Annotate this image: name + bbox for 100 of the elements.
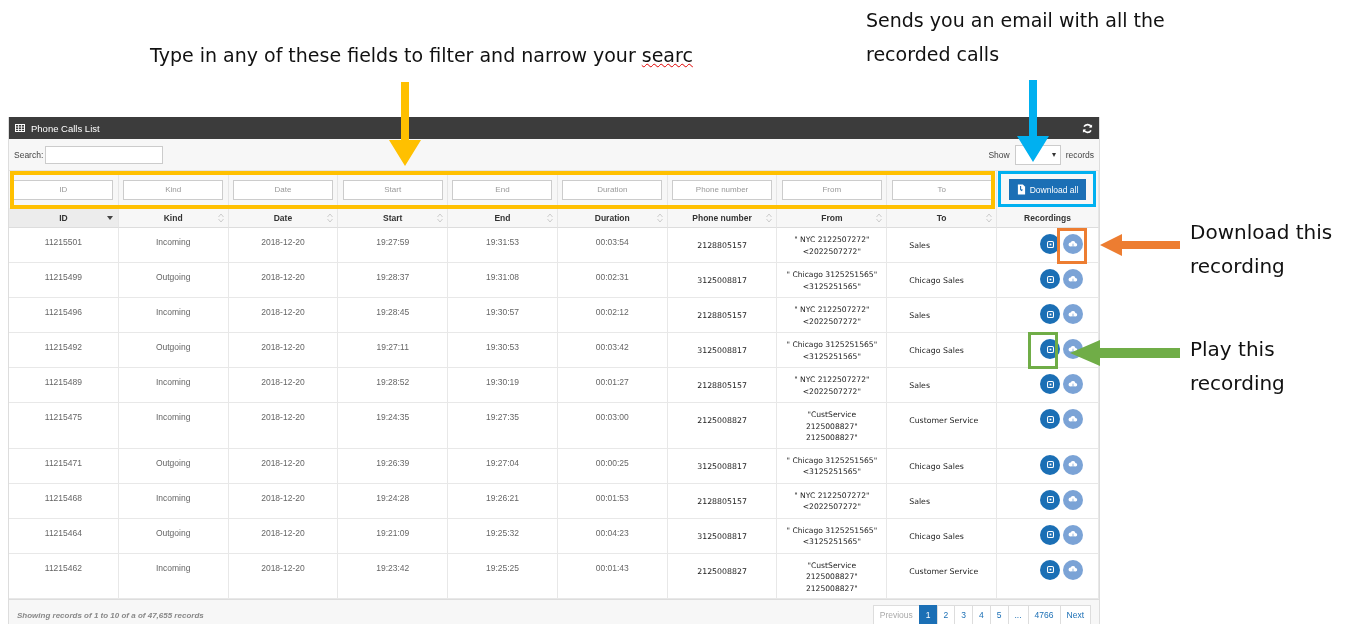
- filter-field[interactable]: ID: [13, 179, 114, 200]
- cloud-download-icon: [1068, 239, 1078, 249]
- download-button[interactable]: [1063, 304, 1083, 324]
- table-cell: Outgoing: [118, 263, 229, 297]
- play-button[interactable]: [1040, 304, 1060, 324]
- square-icon: [1046, 461, 1054, 468]
- page-button[interactable]: 4766: [1027, 604, 1061, 624]
- table-cell: 00:04:23: [557, 518, 668, 553]
- play-button[interactable]: [1040, 524, 1060, 545]
- filter-field[interactable]: Duration: [562, 179, 663, 200]
- callout-text: Type in any of these fields to filter and narrow your searc: [150, 43, 693, 68]
- table-cell: 2018-12-20: [228, 518, 339, 553]
- filter-field[interactable]: Date: [232, 179, 333, 200]
- column-header[interactable]: ID: [9, 208, 119, 228]
- download-button[interactable]: [1063, 234, 1083, 254]
- table-cell: 11215475: [9, 403, 119, 448]
- table-cell: 11215501: [9, 228, 119, 262]
- table-cell: 19:25:25: [448, 553, 558, 598]
- page-button[interactable]: 1: [918, 604, 938, 624]
- table-cell: 19:26:39: [338, 448, 449, 483]
- records-summary: Showing records of 1 to 10 of a of 47,655 records: [17, 610, 204, 620]
- sort-icon: [876, 213, 883, 223]
- play-button[interactable]: [1040, 454, 1060, 475]
- table-cell: 11215489: [9, 368, 119, 402]
- page-button[interactable]: ...: [1007, 604, 1029, 624]
- table-cell: 00:03:00: [557, 403, 668, 448]
- table-cell: 11215464: [9, 518, 119, 553]
- records-label: records: [1065, 149, 1094, 160]
- table-cell: 19:27:04: [448, 448, 558, 483]
- play-button[interactable]: [1040, 559, 1060, 580]
- table-cell: Outgoing: [118, 518, 229, 553]
- table-cell: 00:01:43: [557, 553, 668, 598]
- play-button[interactable]: [1040, 489, 1060, 510]
- table-cell: Incoming: [118, 298, 229, 332]
- table-cell: 19:31:53: [448, 228, 558, 262]
- table-cell: 19:30:53: [448, 333, 558, 367]
- sort-icon: [766, 213, 773, 223]
- sort-icon: [986, 213, 992, 223]
- download-button[interactable]: [1063, 454, 1083, 475]
- table-cell: 19:27:59: [338, 228, 449, 262]
- page-button[interactable]: 5: [989, 604, 1009, 624]
- table-cell: 2018-12-20: [228, 553, 339, 598]
- square-icon: [1046, 566, 1054, 573]
- play-button[interactable]: [1040, 234, 1060, 254]
- cloud-download-icon: [1068, 530, 1078, 539]
- download-button[interactable]: [1063, 524, 1083, 545]
- table-cell: 2018-12-20: [228, 228, 339, 262]
- download-all-button[interactable]: Download all: [1008, 179, 1087, 200]
- table-cell: 2018-12-20: [228, 263, 339, 297]
- search-field[interactable]: [45, 145, 164, 164]
- table-cell: 19:21:09: [338, 518, 449, 553]
- play-button[interactable]: [1040, 269, 1060, 289]
- download-button[interactable]: [1063, 489, 1083, 510]
- search-label: Search:: [14, 149, 44, 160]
- filter-field[interactable]: Phone number: [672, 179, 773, 200]
- table-cell: Outgoing: [118, 448, 229, 483]
- play-button[interactable]: [1040, 374, 1060, 394]
- table-cell: 19:23:42: [338, 553, 449, 598]
- sort-icon: [327, 213, 334, 223]
- play-button[interactable]: [1040, 409, 1060, 429]
- sort-icon: [437, 213, 444, 223]
- download-button[interactable]: [1063, 559, 1083, 580]
- play-button[interactable]: [1040, 339, 1060, 359]
- callout-text: Sends you an email with all the recorded calls: [866, 8, 1166, 67]
- table-cell: 2018-12-20: [228, 333, 339, 367]
- cloud-download-icon: [1068, 379, 1078, 389]
- table-cell: 11215499: [9, 263, 119, 297]
- table-cell: 11215492: [9, 333, 119, 367]
- table-cell: 19:30:19: [448, 368, 558, 402]
- square-icon: [1046, 310, 1054, 318]
- callout-text: Play this recording: [1190, 336, 1286, 397]
- table-cell: 2018-12-20: [228, 368, 339, 402]
- filter-field[interactable]: Start: [342, 179, 443, 200]
- table-cell: 19:27:35: [448, 403, 558, 448]
- square-icon: [1046, 345, 1054, 353]
- table-cell: 19:24:35: [338, 403, 449, 448]
- table-cell: 11215471: [9, 448, 119, 483]
- table-cell: 19:28:45: [338, 298, 449, 332]
- page-button[interactable]: 3: [954, 604, 974, 624]
- download-button[interactable]: [1063, 409, 1083, 429]
- panel-title: Phone Calls List: [31, 122, 100, 134]
- download-button[interactable]: [1063, 374, 1083, 394]
- square-icon: [1046, 531, 1054, 538]
- square-icon: [1046, 240, 1054, 248]
- table-cell: 19:26:21: [448, 483, 558, 518]
- filter-field[interactable]: End: [452, 179, 553, 200]
- sort-descending-icon: [106, 216, 113, 220]
- filter-field[interactable]: From: [781, 179, 882, 200]
- next-page-button[interactable]: Next: [1059, 604, 1091, 624]
- filter-field[interactable]: To: [891, 179, 992, 200]
- table-cell: 19:27:11: [338, 333, 449, 367]
- sort-icon: [656, 213, 663, 223]
- page-button[interactable]: 4: [972, 604, 991, 624]
- table-icon: [15, 124, 25, 132]
- sort-icon: [546, 213, 553, 223]
- download-button[interactable]: [1063, 269, 1083, 289]
- sort-icon: [217, 213, 224, 223]
- callout-text: Download this recording: [1190, 219, 1334, 280]
- refresh-icon[interactable]: [1082, 122, 1093, 134]
- filter-field[interactable]: Kind: [123, 179, 224, 200]
